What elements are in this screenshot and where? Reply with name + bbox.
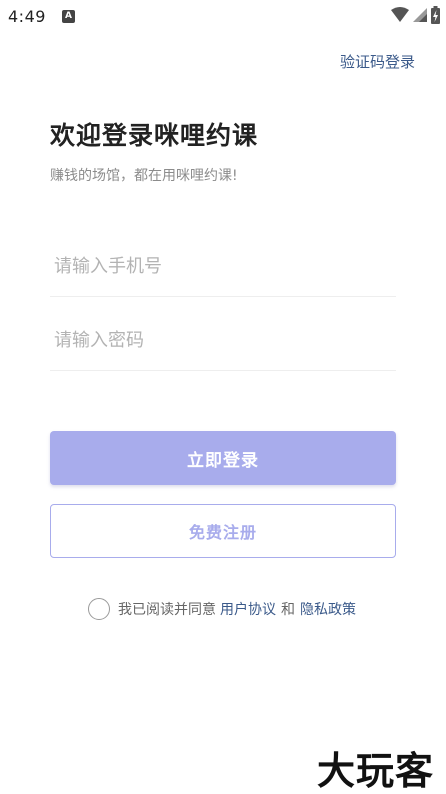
agreement-row: 我已阅读并同意 用户协议 和 隐私政策 <box>88 597 356 621</box>
login-screen: 4:49 A 验证码登录 欢迎登录咪哩约课 赚钱的场馆，都在用咪哩约课! 立即登… <box>0 0 446 794</box>
wifi-icon <box>391 7 409 22</box>
status-bar: 4:49 A <box>0 0 446 32</box>
phone-input[interactable] <box>50 256 396 277</box>
sms-code-login-link[interactable]: 验证码登录 <box>340 51 415 72</box>
agreement-prefix: 我已阅读并同意 <box>118 602 216 618</box>
register-button[interactable]: 免费注册 <box>50 504 396 558</box>
page-title: 欢迎登录咪哩约课 <box>50 121 259 150</box>
status-icons <box>391 6 440 24</box>
notification-a-icon: A <box>61 9 75 23</box>
agreement-and: 和 <box>281 602 295 618</box>
password-input[interactable] <box>50 330 396 351</box>
privacy-policy-link[interactable]: 隐私政策 <box>300 599 356 619</box>
agree-checkbox[interactable] <box>88 598 110 620</box>
signal-icon <box>413 8 427 22</box>
login-button[interactable]: 立即登录 <box>50 431 396 485</box>
status-time: 4:49 <box>8 6 46 26</box>
watermark-logo: 大玩客 <box>316 748 434 793</box>
user-agreement-link[interactable]: 用户协议 <box>220 599 276 619</box>
battery-charging-icon <box>431 6 440 24</box>
page-subtitle: 赚钱的场馆，都在用咪哩约课! <box>50 168 238 184</box>
phone-field <box>50 237 396 297</box>
password-field <box>50 311 396 371</box>
